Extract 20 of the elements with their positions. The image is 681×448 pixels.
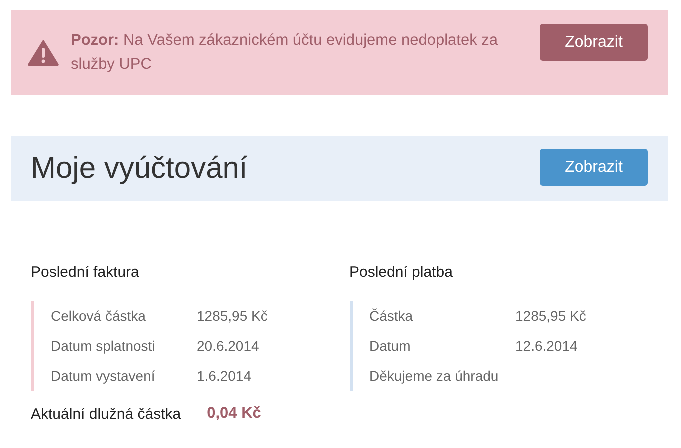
alert-message: Pozor: Na Vašem zákaznickém účtu evidujeme nedoplatek za služby UPC xyxy=(71,30,500,74)
page-title: Moje vyúčtování xyxy=(31,152,248,186)
warning-icon xyxy=(28,40,59,66)
detail-label: Celková částka xyxy=(51,308,147,324)
detail-value: 12.6.2014 xyxy=(516,338,578,354)
detail-label: Datum xyxy=(370,338,412,354)
detail-label: Datum splatnosti xyxy=(51,338,156,354)
section-heading: Poslední faktura xyxy=(31,264,140,281)
detail-label: Datum vystavení xyxy=(51,368,156,384)
detail-value: 20.6.2014 xyxy=(197,338,260,354)
show-button[interactable]: Zobrazit xyxy=(540,24,648,61)
detail-value: 1285,95 Kč xyxy=(197,308,268,324)
balance-amount: 0,04 Kč xyxy=(207,405,262,423)
section-heading: Poslední platba xyxy=(350,264,454,281)
balance-label: Aktuální dlužná částka xyxy=(31,406,182,422)
detail-label: Částka xyxy=(370,308,414,324)
show-button[interactable]: Zobrazit xyxy=(540,149,648,186)
detail-label: Děkujeme za úhradu xyxy=(370,368,500,384)
detail-value: 1285,95 Kč xyxy=(516,308,586,324)
detail-value: 1.6.2014 xyxy=(197,368,252,384)
